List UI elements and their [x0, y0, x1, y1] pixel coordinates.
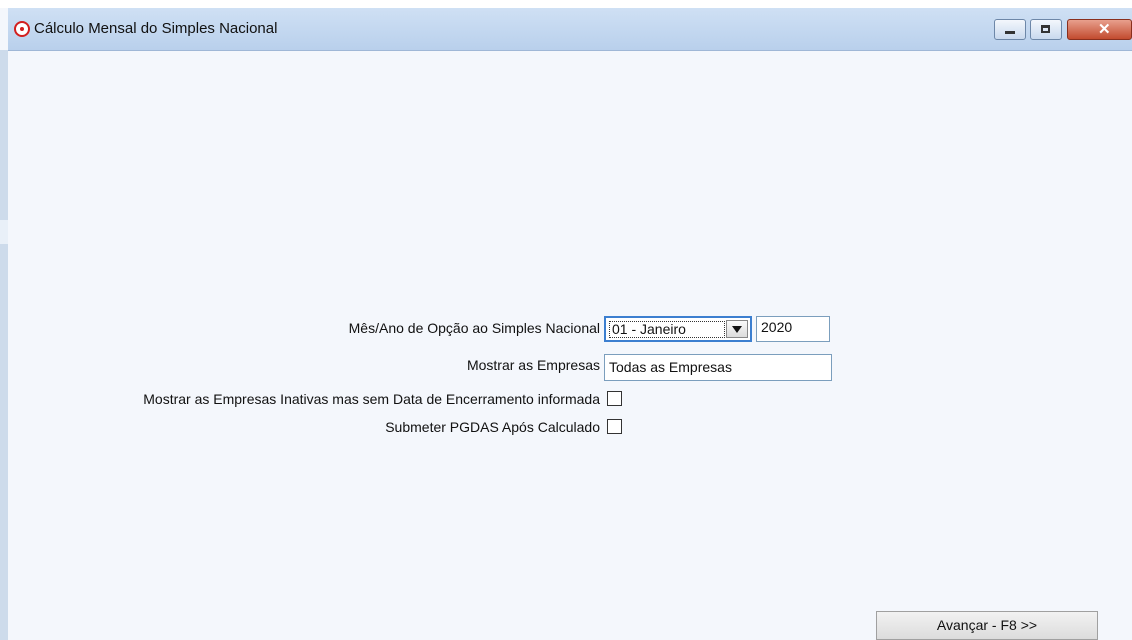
next-button[interactable]: Avançar - F8 >>	[876, 611, 1098, 640]
submit-pgdas-label: Submeter PGDAS Após Calculado	[385, 419, 600, 435]
show-companies-label: Mostrar as Empresas	[466, 357, 600, 373]
minimize-button[interactable]	[994, 19, 1026, 40]
inactive-companies-label: Mostrar as Empresas Inativas mas sem Dat…	[143, 391, 600, 407]
resize-grip	[0, 220, 8, 244]
submit-pgdas-checkbox[interactable]	[607, 419, 622, 434]
show-companies-field[interactable]: Todas as Empresas	[604, 354, 832, 381]
close-button[interactable]: ✕	[1067, 19, 1132, 40]
top-gap	[0, 0, 1132, 8]
app-window: Cálculo Mensal do Simples Nacional ✕ Mês…	[0, 0, 1132, 640]
close-icon: ✕	[1098, 21, 1111, 38]
app-icon[interactable]	[14, 21, 30, 37]
client-area	[8, 51, 1132, 640]
maximize-icon	[1041, 25, 1050, 33]
month-select-value: 01 - Janeiro	[609, 321, 725, 338]
window-left-border	[0, 50, 8, 640]
month-select[interactable]: 01 - Janeiro	[604, 316, 752, 342]
maximize-button[interactable]	[1030, 19, 1062, 40]
option-date-label: Mês/Ano de Opção ao Simples Nacional	[348, 320, 600, 336]
window-title: Cálculo Mensal do Simples Nacional	[34, 20, 278, 37]
title-bar[interactable]: Cálculo Mensal do Simples Nacional ✕	[8, 8, 1132, 51]
inactive-companies-checkbox[interactable]	[607, 391, 622, 406]
minimize-icon	[1005, 31, 1015, 34]
dropdown-arrow-icon[interactable]	[726, 320, 748, 338]
year-input[interactable]: 2020	[756, 316, 830, 342]
